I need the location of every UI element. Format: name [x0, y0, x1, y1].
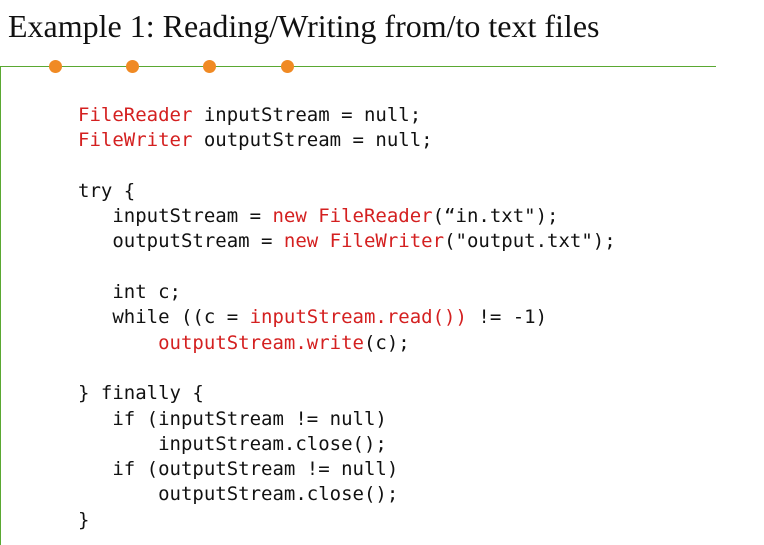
code-token: inputStream = null; — [192, 104, 422, 126]
code-token: inputStream = — [78, 205, 273, 228]
code-token: ("output.txt"); — [444, 230, 616, 253]
code-token: (c); — [363, 331, 410, 354]
code-line: int c; — [78, 280, 616, 305]
title-divider — [0, 66, 716, 67]
code-token: int c; — [78, 281, 181, 304]
content-border — [0, 66, 1, 545]
code-token: outputStream.close(); — [78, 483, 399, 506]
orange-dot-decoration — [49, 60, 62, 73]
code-line: outputStream.close(); — [78, 482, 616, 507]
slide-title: Example 1: Reading/Writing from/to text … — [8, 8, 600, 44]
code-line: outputStream.write(c); — [78, 331, 616, 356]
orange-dot-decoration — [203, 60, 216, 73]
code-token-highlight: new FileReader — [272, 205, 433, 228]
code-line: if (inputStream != null) — [78, 407, 616, 432]
code-line: } finally { — [78, 381, 616, 406]
code-token: while ((c = — [78, 306, 250, 329]
code-token-highlight: outputStream.write — [158, 331, 364, 354]
orange-dot-decoration — [126, 60, 139, 73]
code-token: != -1) — [466, 306, 548, 329]
code-line: try { — [78, 179, 616, 204]
code-line: FileReader inputStream = null; — [78, 103, 616, 128]
code-token: } finally { — [78, 382, 204, 405]
code-line: inputStream.close(); — [78, 432, 616, 457]
code-token-highlight: FileWriter — [78, 129, 193, 152]
code-token: } — [78, 508, 90, 531]
code-block: FileReader inputStream = null; FileWriter… — [78, 103, 616, 533]
code-line: } — [78, 508, 616, 533]
code-token: outputStream = null; — [192, 129, 433, 152]
code-token: if (inputStream != null) — [78, 407, 387, 430]
code-token-highlight: FileReader — [78, 104, 193, 126]
code-line: FileWriter outputStream = null; — [78, 128, 616, 153]
code-token: inputStream.close(); — [78, 432, 387, 455]
code-line: outputStream = new FileWriter("output.tx… — [78, 229, 616, 254]
code-token-highlight: inputStream.read()) — [249, 306, 467, 329]
code-line: inputStream = new FileReader(“in.txt"); — [78, 204, 616, 229]
orange-dot-decoration — [281, 60, 294, 73]
code-token: if (outputStream != null) — [78, 458, 399, 481]
code-token-highlight: new FileWriter — [283, 230, 445, 253]
code-token: outputStream = — [78, 230, 284, 253]
code-token: (“in.txt"); — [432, 205, 559, 228]
code-line: if (outputStream != null) — [78, 457, 616, 482]
code-line: while ((c = inputStream.read()) != -1) — [78, 305, 616, 330]
code-token: try { — [78, 179, 136, 202]
